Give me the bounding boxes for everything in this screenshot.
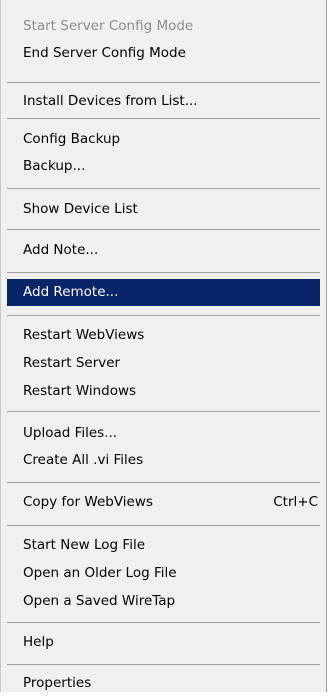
menu-item-copy-for-webviews[interactable]: Copy for WebViews Ctrl+C (7, 489, 320, 515)
menu-item-add-note[interactable]: Add Note... (7, 237, 320, 263)
menu-separator (7, 229, 320, 230)
keyboard-shortcut: Ctrl+C (273, 494, 318, 510)
menu-item-config-backup[interactable]: Config Backup (7, 126, 320, 152)
menu-item-install-devices-from-list[interactable]: Install Devices from List... (7, 88, 320, 114)
menu-separator (7, 272, 320, 273)
menu-item-label: Copy for WebViews (23, 494, 153, 510)
menu-item-open-saved-wiretap[interactable]: Open a Saved WireTap (7, 588, 320, 614)
menu-separator (7, 482, 320, 483)
menu-item-backup[interactable]: Backup... (7, 153, 320, 179)
menu-separator (7, 622, 320, 623)
menu-separator (7, 525, 320, 526)
menu-item-help[interactable]: Help (7, 629, 320, 655)
menu-item-restart-windows[interactable]: Restart Windows (7, 378, 320, 404)
menu-item-end-server-config-mode[interactable]: End Server Config Mode (7, 40, 320, 66)
menu-separator (7, 188, 320, 189)
menu-separator (7, 315, 320, 316)
menu-separator (7, 411, 320, 412)
menu-item-create-all-vi-files[interactable]: Create All .vi Files (7, 447, 320, 473)
menu-item-properties[interactable]: Properties (7, 670, 320, 696)
menu-separator (7, 118, 320, 119)
context-menu: Start Server Config Mode End Server Conf… (0, 0, 327, 692)
menu-separator (7, 82, 320, 83)
menu-item-start-server-config-mode: Start Server Config Mode (23, 18, 194, 34)
menu-item-open-older-log-file[interactable]: Open an Older Log File (7, 560, 320, 586)
menu-item-restart-webviews[interactable]: Restart WebViews (7, 322, 320, 348)
menu-item-upload-files[interactable]: Upload Files... (7, 420, 320, 446)
menu-separator (7, 664, 320, 665)
menu-item-restart-server[interactable]: Restart Server (7, 350, 320, 376)
menu-item-start-new-log-file[interactable]: Start New Log File (7, 532, 320, 558)
menu-item-add-remote[interactable]: Add Remote... (7, 279, 320, 306)
menu-item-show-device-list[interactable]: Show Device List (7, 196, 320, 222)
